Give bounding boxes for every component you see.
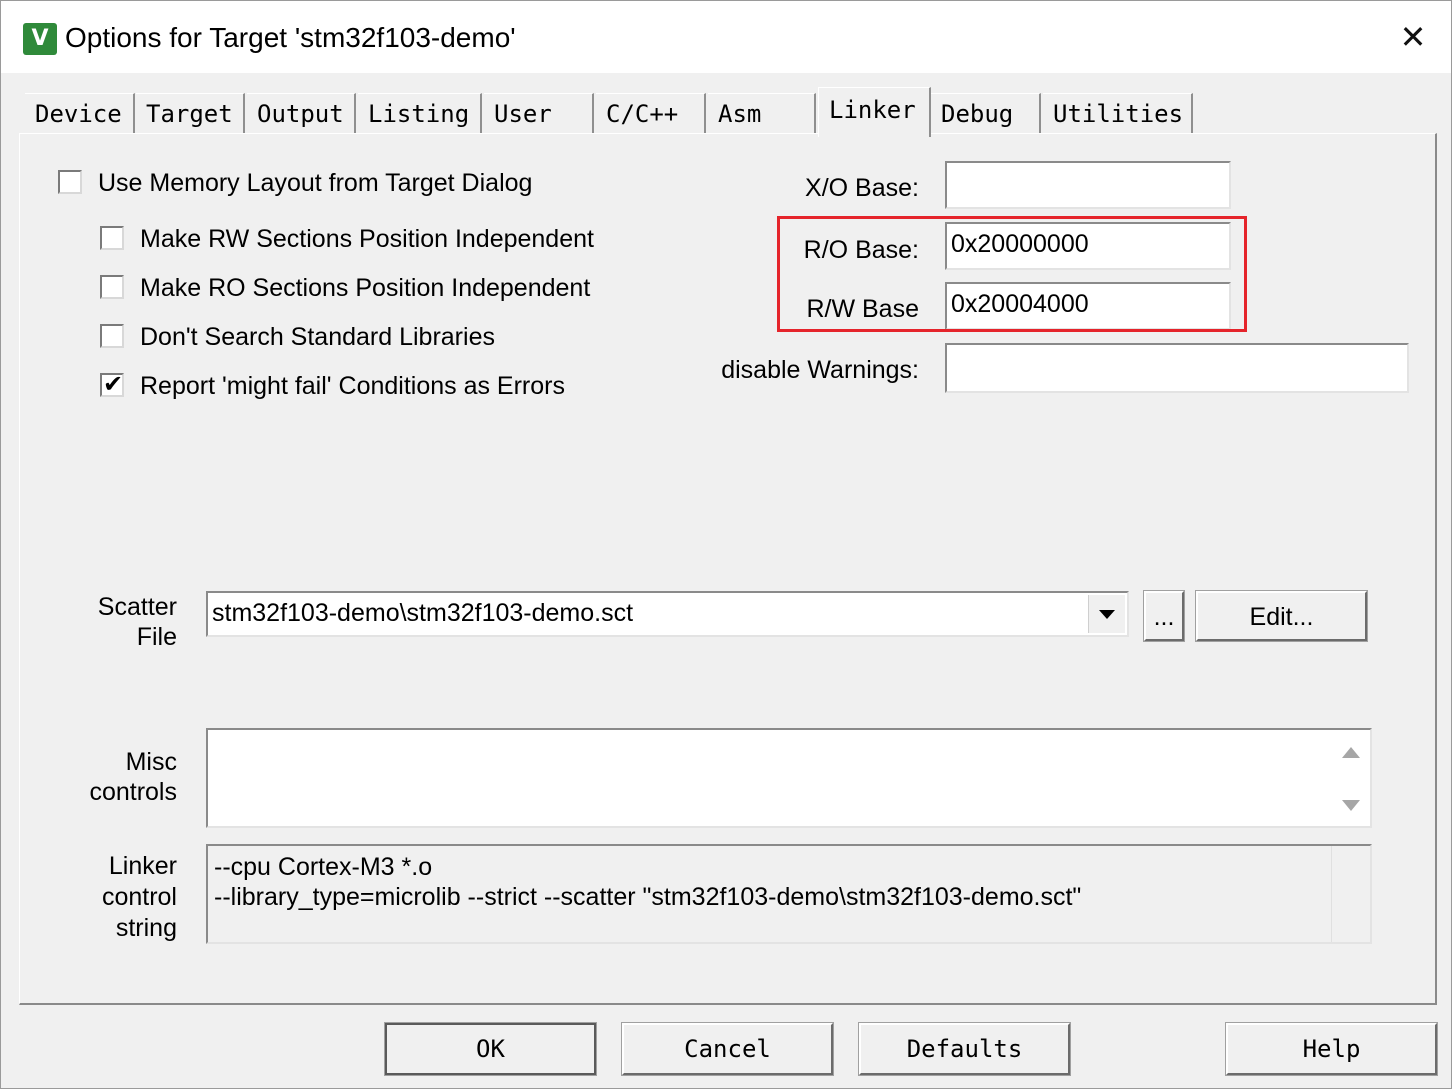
tab-listing[interactable]: Listing bbox=[358, 93, 482, 133]
scroll-down-icon[interactable] bbox=[1342, 800, 1360, 811]
scroll-up-icon[interactable] bbox=[1342, 747, 1360, 758]
tab-user[interactable]: User bbox=[484, 93, 594, 133]
rw-position-independent-checkbox[interactable] bbox=[100, 226, 124, 250]
keil-app-icon: V bbox=[23, 23, 57, 55]
linker-control-line1: --cpu Cortex-M3 *.o bbox=[214, 853, 433, 881]
scatter-file-value: stm32f103-demo\stm32f103-demo.sct bbox=[212, 599, 634, 627]
dialog-title: Options for Target 'stm32f103-demo' bbox=[65, 22, 516, 53]
linker-control-string-box[interactable]: --cpu Cortex-M3 *.o --library_type=micro… bbox=[206, 844, 1372, 944]
use-memory-layout-label: Use Memory Layout from Target Dialog bbox=[98, 169, 533, 197]
rw-base-input[interactable]: 0x20004000 bbox=[945, 282, 1231, 330]
options-dialog: V Options for Target 'stm32f103-demo' ✕ … bbox=[0, 0, 1452, 1089]
checkmark-icon: ✔ bbox=[103, 370, 124, 398]
help-button[interactable]: Help bbox=[1225, 1022, 1438, 1076]
tab-linker[interactable]: Linker bbox=[818, 87, 931, 137]
tab-cpp[interactable]: C/C++ bbox=[596, 93, 706, 133]
tab-output[interactable]: Output bbox=[247, 93, 356, 133]
edit-scatter-button[interactable]: Edit... bbox=[1195, 590, 1368, 642]
tab-target[interactable]: Target bbox=[136, 93, 245, 133]
chevron-down-icon bbox=[1099, 610, 1115, 619]
tab-debug[interactable]: Debug bbox=[931, 93, 1041, 133]
use-memory-layout-checkbox[interactable] bbox=[58, 170, 82, 194]
linker-label-line2: control bbox=[101, 883, 177, 911]
scatter-label-line1: Scatter bbox=[97, 593, 177, 621]
rw-position-independent-label: Make RW Sections Position Independent bbox=[140, 225, 594, 253]
linker-control-scrollbar[interactable] bbox=[1331, 846, 1370, 942]
misc-label-line1: Misc bbox=[125, 748, 177, 776]
report-might-fail-checkbox[interactable]: ✔ bbox=[100, 370, 124, 398]
linker-label-line3: string bbox=[115, 914, 177, 942]
linker-control-line2: --library_type=microlib --strict --scatt… bbox=[214, 883, 1082, 911]
disable-warnings-input[interactable] bbox=[945, 343, 1409, 393]
tab-asm[interactable]: Asm bbox=[708, 93, 816, 133]
misc-label-line2: controls bbox=[89, 778, 177, 806]
tab-device[interactable]: Device bbox=[25, 93, 135, 133]
ro-base-label: R/O Base: bbox=[803, 236, 919, 264]
dropdown-button[interactable] bbox=[1088, 595, 1125, 633]
disable-warnings-label: disable Warnings: bbox=[721, 356, 919, 384]
xo-base-input[interactable] bbox=[945, 161, 1231, 209]
cancel-button[interactable]: Cancel bbox=[621, 1022, 834, 1076]
misc-scrollbar[interactable] bbox=[1332, 730, 1370, 826]
tab-utilities[interactable]: Utilities bbox=[1043, 93, 1193, 133]
linker-label-line1: Linker bbox=[108, 852, 177, 880]
ok-button[interactable]: OK bbox=[384, 1022, 597, 1076]
dont-search-std-libs-label: Don't Search Standard Libraries bbox=[140, 323, 495, 351]
scatter-file-combobox[interactable]: stm32f103-demo\stm32f103-demo.sct bbox=[206, 591, 1129, 637]
ro-position-independent-label: Make RO Sections Position Independent bbox=[140, 274, 591, 302]
rw-base-label: R/W Base bbox=[806, 295, 919, 323]
browse-scatter-button[interactable]: ... bbox=[1143, 590, 1185, 642]
misc-controls-textarea[interactable] bbox=[206, 728, 1372, 828]
dont-search-std-libs-checkbox[interactable] bbox=[100, 324, 124, 348]
scatter-label-line2: File bbox=[136, 623, 177, 651]
close-icon[interactable]: ✕ bbox=[1387, 15, 1439, 59]
ro-base-input[interactable]: 0x20000000 bbox=[945, 222, 1231, 270]
title-bar: V Options for Target 'stm32f103-demo' ✕ bbox=[1, 1, 1451, 73]
xo-base-label: X/O Base: bbox=[805, 174, 919, 202]
report-might-fail-label: Report 'might fail' Conditions as Errors bbox=[140, 372, 565, 400]
ro-position-independent-checkbox[interactable] bbox=[100, 275, 124, 299]
defaults-button[interactable]: Defaults bbox=[858, 1022, 1071, 1076]
